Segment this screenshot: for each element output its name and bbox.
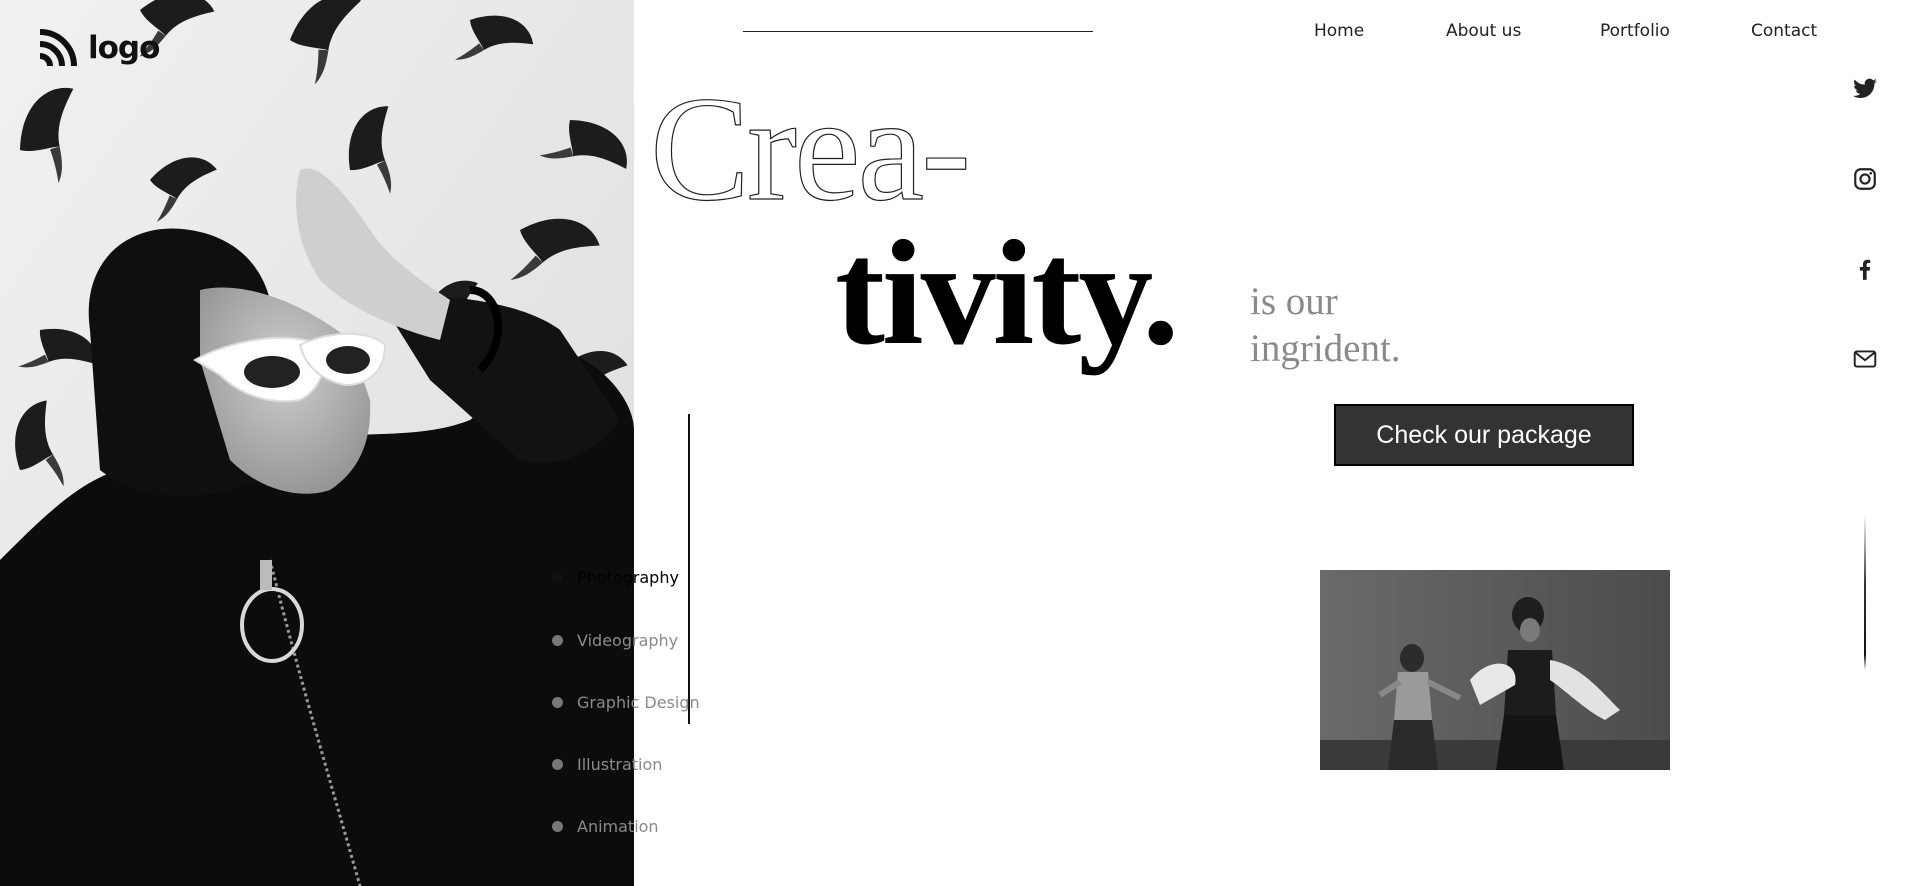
service-item-illustration[interactable]: Illustration: [548, 755, 662, 774]
facebook-icon[interactable]: [1852, 256, 1878, 282]
logo[interactable]: logo: [36, 26, 160, 70]
nav-contact[interactable]: Contact: [1751, 21, 1817, 41]
top-divider: [743, 31, 1093, 32]
services-divider: [688, 414, 690, 724]
nav-portfolio[interactable]: Portfolio: [1600, 21, 1670, 41]
service-item-photography[interactable]: Photography: [548, 568, 679, 587]
service-label: Photography: [577, 568, 679, 587]
twitter-icon[interactable]: [1852, 76, 1878, 102]
service-label: Graphic Design: [577, 693, 700, 712]
bullet-icon: [552, 759, 563, 770]
service-item-videography[interactable]: Videography: [548, 631, 678, 650]
check-package-button[interactable]: Check our package: [1334, 404, 1634, 466]
tagline-line-1: is our: [1250, 280, 1338, 323]
mail-icon[interactable]: [1852, 346, 1878, 372]
tagline: is our ingrident.: [1250, 278, 1401, 372]
tagline-line-2: ingrident.: [1250, 327, 1401, 370]
service-label: Animation: [577, 817, 659, 836]
service-label: Videography: [577, 631, 679, 650]
dance-photo[interactable]: [1320, 570, 1670, 770]
logo-text: logo: [88, 30, 160, 66]
bullet-icon: [552, 821, 563, 832]
headline-top: Crea-: [649, 66, 971, 232]
bullet-icon: [552, 572, 563, 583]
logo-icon: [39, 29, 77, 67]
nav-about-us[interactable]: About us: [1446, 21, 1521, 41]
landing-page: logo Home About us Portfolio Contact Cre…: [0, 0, 1918, 886]
service-label: Illustration: [577, 755, 663, 774]
bullet-icon: [552, 635, 563, 646]
headline-bottom: tivity.: [835, 210, 1179, 376]
nav-home[interactable]: Home: [1314, 21, 1364, 41]
service-item-graphic-design[interactable]: Graphic Design: [548, 693, 700, 712]
instagram-icon[interactable]: [1852, 166, 1878, 192]
hero-photo: [0, 0, 634, 886]
bullet-icon: [552, 697, 563, 708]
scroll-indicator-line: [1864, 514, 1866, 670]
service-item-animation[interactable]: Animation: [548, 817, 659, 836]
